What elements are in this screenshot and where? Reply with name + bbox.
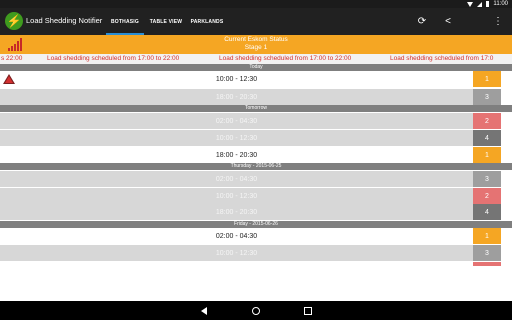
more-icon[interactable]: ⋮ — [492, 15, 504, 27]
tab-bothasig[interactable]: BOTHASIG — [106, 8, 144, 35]
ticker-text: s 22:00 — [1, 55, 23, 62]
day-divider-friday: Friday - 2015-06-26 — [0, 221, 512, 228]
day-divider-thursday: Thursday - 2015-06-25 — [0, 163, 512, 170]
table-row[interactable]: 10:00 - 12:30 — [0, 188, 473, 204]
table-row[interactable]: 18:00 - 20:30 — [0, 89, 473, 105]
table-row[interactable]: 18:00 - 20:30 — [0, 147, 473, 163]
home-button[interactable] — [249, 304, 263, 318]
battery-icon — [486, 1, 490, 7]
stage-badge: 3 — [473, 245, 501, 261]
system-nav-bar — [0, 301, 512, 320]
stage-badge: 1 — [473, 228, 501, 244]
day-divider-tomorrow: Tomorrow — [0, 105, 512, 112]
recents-icon — [304, 307, 312, 315]
back-button[interactable] — [197, 304, 211, 318]
tab-parklands[interactable]: PARKLANDS — [188, 8, 226, 35]
back-icon — [201, 307, 207, 315]
stage-badge: 3 — [473, 89, 501, 105]
clock: 11:00 — [493, 1, 508, 7]
table-row[interactable]: 02:00 - 04:30 — [0, 171, 473, 187]
stage-badge: 3 — [473, 171, 501, 187]
stage-badge: 4 — [473, 130, 501, 146]
home-icon — [252, 307, 260, 315]
table-row[interactable]: 18:00 - 20:30 — [0, 204, 473, 220]
table-row[interactable]: 10:00 - 12:30 — [0, 130, 473, 146]
recents-button[interactable] — [301, 304, 315, 318]
table-row[interactable]: 02:00 - 04:30 — [0, 113, 473, 129]
status-title: Current Eskom Status — [224, 36, 288, 43]
ticker-text: Load shedding scheduled from 17:00 to 22… — [47, 55, 180, 62]
schedule-ticker: s 22:00 Load shedding scheduled from 17:… — [0, 54, 512, 64]
stage-badge: 1 — [473, 71, 501, 87]
tab-table-view[interactable]: TABLE VIEW — [146, 8, 186, 35]
app-bar: ⚡ Load Shedding Notifier BOTHASIG TABLE … — [0, 8, 512, 35]
signal-icon — [477, 1, 483, 7]
app-title: Load Shedding Notifier — [26, 16, 103, 25]
status-stage: Stage 1 — [244, 44, 268, 51]
table-row[interactable]: 10:00 - 12:30 — [0, 71, 473, 87]
stage-badge: 2 — [473, 113, 501, 129]
eskom-status-header: Current Eskom Status Stage 1 — [0, 35, 512, 54]
refresh-icon[interactable]: ⟳ — [416, 15, 428, 27]
stage-badge-partial — [473, 262, 501, 266]
schedule-content[interactable]: Current Eskom Status Stage 1 s 22:00 Loa… — [0, 35, 512, 301]
table-row[interactable]: 10:00 - 12:30 — [0, 245, 473, 261]
stage-badge: 4 — [473, 204, 501, 220]
share-icon[interactable]: < — [442, 15, 454, 27]
day-divider-today: Today — [0, 64, 512, 71]
stage-badge: 2 — [473, 188, 501, 204]
wifi-icon — [467, 1, 474, 7]
app-logo-icon: ⚡ — [5, 12, 23, 30]
system-status-bar: 11:00 — [0, 0, 512, 8]
ticker-text: Load shedding scheduled from 17:0 — [390, 55, 494, 62]
table-row[interactable]: 02:00 - 04:30 — [0, 228, 473, 244]
stage-badge: 1 — [473, 147, 501, 163]
ticker-text: Load shedding scheduled from 17:00 to 22… — [219, 55, 352, 62]
status-icons: 11:00 — [467, 0, 508, 8]
warning-icon — [3, 74, 15, 84]
